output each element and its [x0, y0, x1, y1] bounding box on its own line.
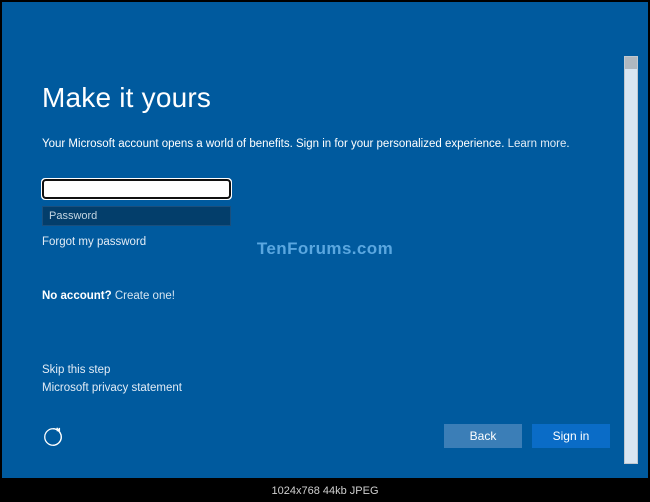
no-account-row: No account? Create one!	[42, 290, 608, 302]
image-meta: 1024x768 44kb JPEG	[271, 485, 378, 497]
content-area: Make it yours Your Microsoft account ope…	[2, 2, 648, 478]
privacy-link[interactable]: Microsoft privacy statement	[42, 382, 182, 394]
sign-in-button[interactable]: Sign in	[532, 424, 610, 448]
no-account-label: No account?	[42, 290, 115, 302]
email-field[interactable]	[42, 179, 231, 199]
learn-more-link[interactable]: Learn more	[508, 138, 567, 150]
image-footer: 1024x768 44kb JPEG	[0, 480, 650, 502]
setup-window: Make it yours Your Microsoft account ope…	[2, 2, 648, 478]
skip-step-link[interactable]: Skip this step	[42, 364, 182, 376]
subtext-main: Your Microsoft account opens a world of …	[42, 138, 508, 150]
credentials-form	[42, 179, 231, 226]
page-title: Make it yours	[42, 82, 608, 114]
action-buttons: Back Sign in	[444, 424, 610, 448]
bottom-links: Skip this step Microsoft privacy stateme…	[42, 364, 182, 400]
page-subtext: Your Microsoft account opens a world of …	[42, 136, 608, 153]
create-account-link[interactable]: Create one!	[115, 290, 175, 302]
password-field[interactable]	[42, 206, 231, 226]
subtext-period: .	[566, 138, 569, 150]
forgot-password-link[interactable]: Forgot my password	[42, 236, 146, 248]
ease-of-access-icon[interactable]	[42, 426, 64, 448]
back-button[interactable]: Back	[444, 424, 522, 448]
